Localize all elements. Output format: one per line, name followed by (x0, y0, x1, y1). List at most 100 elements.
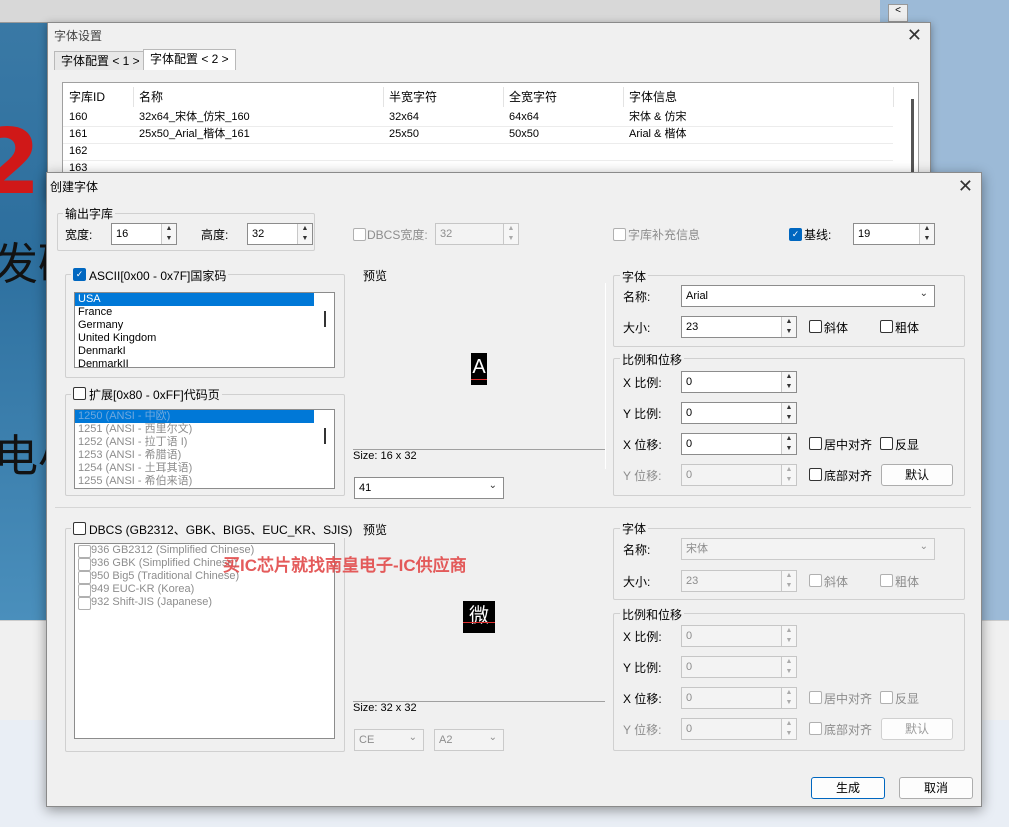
list-item-checkbox[interactable] (78, 597, 91, 610)
stepper-arrows[interactable]: ▲ ▼ (781, 317, 796, 337)
x-offset-stepper[interactable]: 0 ▲ ▼ (681, 433, 797, 455)
list-item[interactable]: DenmarkI (75, 345, 334, 358)
chevron-up-icon[interactable]: ▲ (298, 224, 312, 234)
invert-checkbox[interactable] (880, 437, 893, 450)
tab-font-config-1[interactable]: 字体配置 < 1 > (54, 51, 147, 70)
y-offset-stepper[interactable]: 0 ▲ ▼ (681, 464, 797, 486)
stepper-arrows[interactable]: ▲ ▼ (161, 224, 176, 244)
x-scale-stepper[interactable]: 0 ▲ ▼ (681, 625, 797, 647)
code-page-list[interactable]: 1250 (ANSI - 中欧) 1251 (ANSI - 西里尔文) 1252… (74, 409, 335, 489)
list-item[interactable]: United Kingdom (75, 332, 334, 345)
stepper-arrows[interactable]: ▲ ▼ (781, 688, 796, 708)
chevron-up-icon[interactable]: ▲ (782, 372, 796, 382)
font-name-combo[interactable]: Arial ⌄ (681, 285, 935, 307)
close-icon[interactable]: ✕ (958, 177, 973, 195)
center-align-checkbox[interactable] (809, 691, 822, 704)
column-header-id[interactable]: 字库ID (63, 87, 134, 107)
column-header-half-width[interactable]: 半宽字符 (383, 87, 504, 107)
list-item[interactable]: 932 Shift-JIS (Japanese) (75, 596, 334, 610)
font-name-combo[interactable]: 宋体 ⌄ (681, 538, 935, 560)
italic-checkbox[interactable] (809, 320, 822, 333)
chevron-up-icon[interactable]: ▲ (162, 224, 176, 234)
chevron-up-icon[interactable]: ▲ (782, 626, 796, 636)
chevron-down-icon[interactable]: ⌄ (920, 541, 928, 552)
chevron-down-icon[interactable]: ⌄ (489, 732, 497, 743)
italic-checkbox[interactable] (809, 574, 822, 587)
chevron-down-icon[interactable]: ▼ (782, 698, 796, 708)
supplement-info-checkbox[interactable] (613, 228, 626, 241)
stepper-arrows[interactable]: ▲ ▼ (781, 626, 796, 646)
stepper-arrows[interactable]: ▲ ▼ (919, 224, 934, 244)
chevron-up-icon[interactable]: ▲ (782, 657, 796, 667)
list-item[interactable]: 1253 (ANSI - 希腊语) (75, 449, 334, 462)
list-item[interactable]: 1252 (ANSI - 拉丁语 I) (75, 436, 334, 449)
y-offset-stepper[interactable]: 0 ▲ ▼ (681, 718, 797, 740)
height-stepper[interactable]: 32 ▲ ▼ (247, 223, 313, 245)
chevron-down-icon[interactable]: ▼ (162, 234, 176, 244)
chevron-up-icon[interactable]: ▲ (920, 224, 934, 234)
chevron-up-icon[interactable]: ▲ (782, 719, 796, 729)
chevron-down-icon[interactable]: ▼ (782, 444, 796, 454)
invert-checkbox[interactable] (880, 691, 893, 704)
chevron-down-icon[interactable]: ▼ (298, 234, 312, 244)
chevron-down-icon[interactable]: ⌄ (409, 732, 417, 743)
list-item[interactable]: DenmarkII (75, 358, 334, 367)
chevron-up-icon[interactable]: ▲ (782, 571, 796, 581)
list-scrollbar[interactable] (324, 428, 326, 444)
stepper-arrows[interactable]: ▲ ▼ (781, 657, 796, 677)
column-header-font-info[interactable]: 字体信息 (623, 87, 894, 107)
chevron-up-icon[interactable]: ▲ (782, 403, 796, 413)
table-row[interactable]: 161 25x50_Arial_楷体_161 25x50 50x50 Arial… (63, 126, 893, 144)
x-scale-stepper[interactable]: 0 ▲ ▼ (681, 371, 797, 393)
chevron-down-icon[interactable]: ▼ (782, 667, 796, 677)
chevron-up-icon[interactable]: ▲ (504, 224, 518, 234)
chevron-down-icon[interactable]: ▼ (782, 413, 796, 423)
list-item[interactable]: Germany (75, 319, 334, 332)
stepper-arrows[interactable]: ▲ ▼ (781, 434, 796, 454)
chevron-down-icon[interactable]: ⌄ (489, 480, 497, 491)
extended-checkbox[interactable] (73, 387, 86, 400)
chevron-down-icon[interactable]: ⌄ (920, 288, 928, 299)
low-byte-combo[interactable]: A2 ⌄ (434, 729, 504, 751)
default-button[interactable]: 默认 (881, 718, 953, 740)
chevron-down-icon[interactable]: ▼ (504, 234, 518, 244)
default-button[interactable]: 默认 (881, 464, 953, 486)
close-icon[interactable]: ✕ (907, 26, 922, 44)
table-scrollbar[interactable] (911, 99, 914, 179)
chevron-up-icon[interactable]: ▲ (782, 465, 796, 475)
dbcs-width-checkbox[interactable] (353, 228, 366, 241)
generate-button[interactable]: 生成 (811, 777, 885, 799)
chevron-down-icon[interactable]: ▼ (782, 636, 796, 646)
list-scrollbar[interactable] (324, 311, 326, 327)
tab-font-config-2[interactable]: 字体配置 < 2 > (143, 49, 236, 70)
high-byte-combo[interactable]: CE ⌄ (354, 729, 424, 751)
baseline-checkbox[interactable]: ✓ (789, 228, 802, 241)
stepper-arrows[interactable]: ▲ ▼ (781, 465, 796, 485)
list-item[interactable]: 949 EUC-KR (Korea) (75, 583, 334, 597)
chevron-up-icon[interactable]: ▲ (782, 688, 796, 698)
ascii-checkbox[interactable]: ✓ (73, 268, 86, 281)
list-item[interactable]: 1255 (ANSI - 希伯来语) (75, 475, 334, 488)
y-scale-stepper[interactable]: 0 ▲ ▼ (681, 656, 797, 678)
list-item[interactable]: 1250 (ANSI - 中欧) (75, 410, 314, 423)
chevron-down-icon[interactable]: ▼ (782, 581, 796, 591)
dbcs-checkbox[interactable] (73, 522, 86, 535)
chevron-up-icon[interactable]: ▲ (782, 434, 796, 444)
stepper-arrows[interactable]: ▲ ▼ (781, 403, 796, 423)
char-code-combo[interactable]: 41 ⌄ (354, 477, 504, 499)
font-size-stepper[interactable]: 23 ▲ ▼ (681, 570, 797, 592)
cancel-button[interactable]: 取消 (899, 777, 973, 799)
country-code-list[interactable]: USA France Germany United Kingdom Denmar… (74, 292, 335, 368)
bottom-align-checkbox[interactable] (809, 722, 822, 735)
chevron-down-icon[interactable]: ▼ (782, 729, 796, 739)
table-row[interactable]: 160 32x64_宋体_仿宋_160 32x64 64x64 宋体 & 仿宋 (63, 109, 893, 127)
list-item[interactable]: France (75, 306, 334, 319)
y-scale-stepper[interactable]: 0 ▲ ▼ (681, 402, 797, 424)
background-scroll-button[interactable]: < (888, 4, 908, 22)
list-item[interactable]: 1254 (ANSI - 土耳其语) (75, 462, 334, 475)
stepper-arrows[interactable]: ▲ ▼ (781, 719, 796, 739)
table-row[interactable]: 162 (63, 143, 893, 161)
column-header-full-width[interactable]: 全宽字符 (503, 87, 624, 107)
stepper-arrows[interactable]: ▲ ▼ (503, 224, 518, 244)
chevron-down-icon[interactable]: ▼ (920, 234, 934, 244)
